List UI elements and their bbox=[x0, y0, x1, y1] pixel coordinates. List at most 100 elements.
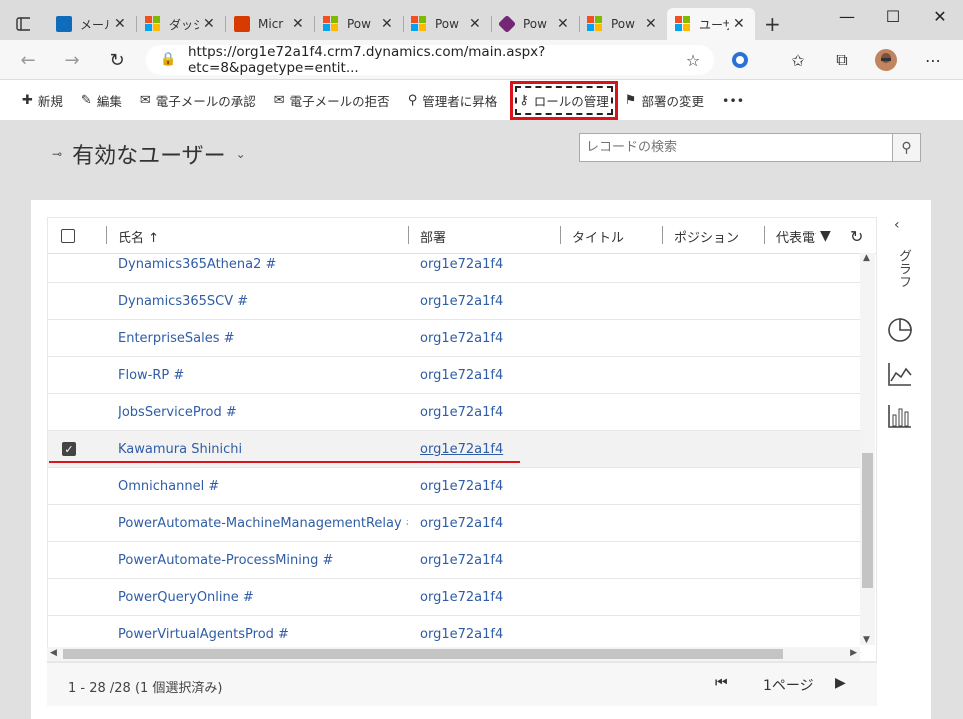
refresh-button[interactable]: ↻ bbox=[105, 48, 129, 72]
table-row[interactable]: PowerAutomate-MachineManagementRelay # or… bbox=[48, 505, 861, 542]
plus-icon: ✚ bbox=[22, 92, 33, 108]
promote-user-icon: ⚲ bbox=[407, 92, 418, 108]
close-tab-icon[interactable]: ✕ bbox=[557, 16, 569, 32]
user-name-link[interactable]: EnterpriseSales # bbox=[118, 320, 235, 357]
reject-email-button[interactable]: ✉ 電子メールの拒否 bbox=[274, 91, 390, 110]
browser-tab[interactable]: ユーザ ✕ bbox=[667, 8, 755, 40]
close-tab-icon[interactable]: ✕ bbox=[469, 16, 481, 32]
vertical-scroll-thumb[interactable] bbox=[862, 453, 873, 588]
pencil-icon: ✎ bbox=[80, 92, 92, 108]
avatar[interactable] bbox=[875, 49, 897, 71]
user-name-link[interactable]: PowerAutomate-MachineManagementRelay # bbox=[118, 505, 408, 542]
business-unit-link[interactable]: org1e72a1f4 bbox=[420, 394, 503, 431]
horizontal-scroll-thumb[interactable] bbox=[63, 649, 783, 659]
browser-tab[interactable]: Pow ✕ bbox=[403, 8, 491, 40]
table-row[interactable]: EnterpriseSales # org1e72a1f4 bbox=[48, 320, 861, 357]
first-page-button[interactable]: ⏮ bbox=[715, 675, 728, 691]
user-name-link[interactable]: Omnichannel # bbox=[118, 468, 219, 505]
browser-tab[interactable]: ダッシュ ✕ bbox=[137, 8, 225, 40]
arrow-right-icon: → bbox=[64, 49, 80, 71]
browser-menu-icon[interactable]: ⋯ bbox=[922, 49, 944, 71]
manage-roles-button[interactable]: ⚷ ロールの管理 bbox=[510, 80, 618, 120]
close-tab-icon[interactable]: ✕ bbox=[292, 16, 304, 32]
expand-chart-button[interactable]: ‹ bbox=[894, 217, 900, 233]
close-tab-icon[interactable]: ✕ bbox=[203, 16, 215, 32]
search-input[interactable] bbox=[579, 133, 893, 162]
browser-tab[interactable]: Micr ✕ bbox=[226, 8, 314, 40]
checkbox-icon bbox=[61, 229, 75, 243]
url-field[interactable]: 🔒 https://org1e72a1f4.crm7.dynamics.com/… bbox=[146, 44, 714, 76]
change-business-unit-button[interactable]: ⚑ 部署の変更 bbox=[625, 91, 704, 110]
new-tab-button[interactable]: + bbox=[756, 8, 784, 40]
more-icon: ••• bbox=[721, 92, 745, 108]
tab-actions-icon bbox=[16, 17, 30, 31]
tab-actions-button[interactable] bbox=[8, 8, 38, 40]
search-button[interactable]: ⚲ bbox=[893, 133, 921, 162]
close-tab-icon[interactable]: ✕ bbox=[381, 16, 393, 32]
business-unit-link[interactable]: org1e72a1f4 bbox=[420, 505, 503, 542]
business-unit-link[interactable]: org1e72a1f4 bbox=[420, 246, 503, 283]
chart-panel-label: グラフ bbox=[896, 249, 911, 288]
bar-chart-svg-icon bbox=[888, 405, 911, 428]
browser-tab-bar: メール ✕ ダッシュ ✕ Micr ✕ Pow ✕ Pow ✕ Pow ✕ Pow ✕ ユーザ ✕ + — ☐… bbox=[0, 0, 963, 40]
table-row[interactable]: Flow-RP # org1e72a1f4 bbox=[48, 357, 861, 394]
browser-tab[interactable]: Pow ✕ bbox=[579, 8, 667, 40]
business-unit-link[interactable]: org1e72a1f4 bbox=[420, 542, 503, 579]
table-row[interactable]: JobsServiceProd # org1e72a1f4 bbox=[48, 394, 861, 431]
favorites-icon[interactable]: ✩ bbox=[787, 49, 809, 71]
promote-admin-button[interactable]: ⚲ 管理者に昇格 bbox=[408, 91, 498, 110]
column-separator bbox=[106, 226, 107, 244]
tab-label: Pow bbox=[435, 17, 459, 31]
browser-tab[interactable]: メール ✕ bbox=[48, 8, 136, 40]
business-unit-link[interactable]: org1e72a1f4 bbox=[420, 283, 503, 320]
minimize-button[interactable]: — bbox=[824, 0, 870, 32]
business-unit-link[interactable]: org1e72a1f4 bbox=[420, 468, 503, 505]
user-name-link[interactable]: PowerQueryOnline # bbox=[118, 579, 254, 616]
close-tab-icon[interactable]: ✕ bbox=[645, 16, 657, 32]
more-commands-button[interactable]: ••• bbox=[722, 93, 744, 108]
maximize-button[interactable]: ☐ bbox=[870, 0, 916, 32]
business-unit-link[interactable]: org1e72a1f4 bbox=[420, 579, 503, 616]
arrow-left-icon: ← bbox=[20, 49, 36, 71]
next-page-button[interactable]: ▶ bbox=[835, 675, 846, 691]
table-row[interactable]: PowerQueryOnline # org1e72a1f4 bbox=[48, 579, 861, 616]
collections-icon[interactable]: ⧉ bbox=[831, 49, 853, 71]
close-tab-icon[interactable]: ✕ bbox=[733, 16, 745, 32]
pie-chart-icon[interactable] bbox=[887, 317, 913, 343]
bar-chart-icon[interactable] bbox=[887, 403, 913, 429]
scroll-left-icon[interactable]: ◀ bbox=[50, 648, 57, 658]
scroll-down-icon[interactable]: ▼ bbox=[863, 635, 870, 645]
add-favorite-icon[interactable]: ☆ bbox=[682, 49, 704, 71]
approve-email-button[interactable]: ✉ 電子メールの承認 bbox=[140, 91, 256, 110]
browser-tab[interactable]: Pow ✕ bbox=[491, 8, 579, 40]
record-count: 1 - 28 /28 (1 個選択済み) bbox=[68, 681, 223, 696]
table-row[interactable]: Dynamics365Athena2 # org1e72a1f4 bbox=[48, 246, 861, 283]
chevron-down-icon: ⌄ bbox=[235, 147, 246, 161]
business-unit-link[interactable]: org1e72a1f4 bbox=[420, 357, 503, 394]
user-name-link[interactable]: JobsServiceProd # bbox=[118, 394, 237, 431]
area-chart-icon[interactable] bbox=[887, 361, 913, 387]
browser-tab[interactable]: Pow ✕ bbox=[315, 8, 403, 40]
edit-button[interactable]: ✎ 編集 bbox=[81, 91, 122, 110]
vertical-scrollbar[interactable]: ▲ ▼ bbox=[860, 253, 875, 645]
close-tab-icon[interactable]: ✕ bbox=[114, 16, 126, 32]
horizontal-scrollbar[interactable]: ◀ ▶ bbox=[47, 647, 860, 661]
close-window-button[interactable]: ✕ bbox=[917, 0, 963, 32]
scroll-right-icon[interactable]: ▶ bbox=[850, 648, 857, 658]
business-unit-link[interactable]: org1e72a1f4 bbox=[420, 320, 503, 357]
scroll-up-icon[interactable]: ▲ bbox=[863, 253, 870, 263]
user-name-link[interactable]: Dynamics365SCV # bbox=[118, 283, 248, 320]
change-bu-icon: ⚑ bbox=[624, 92, 637, 108]
table-row[interactable]: Omnichannel # org1e72a1f4 bbox=[48, 468, 861, 505]
view-selector[interactable]: ⊸ 有効なユーザー ⌄ bbox=[52, 138, 246, 170]
new-button[interactable]: ✚ 新規 bbox=[22, 91, 63, 110]
table-row[interactable]: Dynamics365SCV # org1e72a1f4 bbox=[48, 283, 861, 320]
row-checkbox-checked-icon[interactable]: ✓ bbox=[62, 442, 76, 456]
back-button[interactable]: ← bbox=[16, 48, 40, 72]
extension-icon[interactable] bbox=[729, 49, 751, 71]
forward-button[interactable]: → bbox=[60, 48, 84, 72]
user-name-link[interactable]: Dynamics365Athena2 # bbox=[118, 246, 276, 283]
table-row[interactable]: PowerAutomate-ProcessMining # org1e72a1f4 bbox=[48, 542, 861, 579]
user-name-link[interactable]: PowerAutomate-ProcessMining # bbox=[118, 542, 333, 579]
user-name-link[interactable]: Flow-RP # bbox=[118, 357, 184, 394]
